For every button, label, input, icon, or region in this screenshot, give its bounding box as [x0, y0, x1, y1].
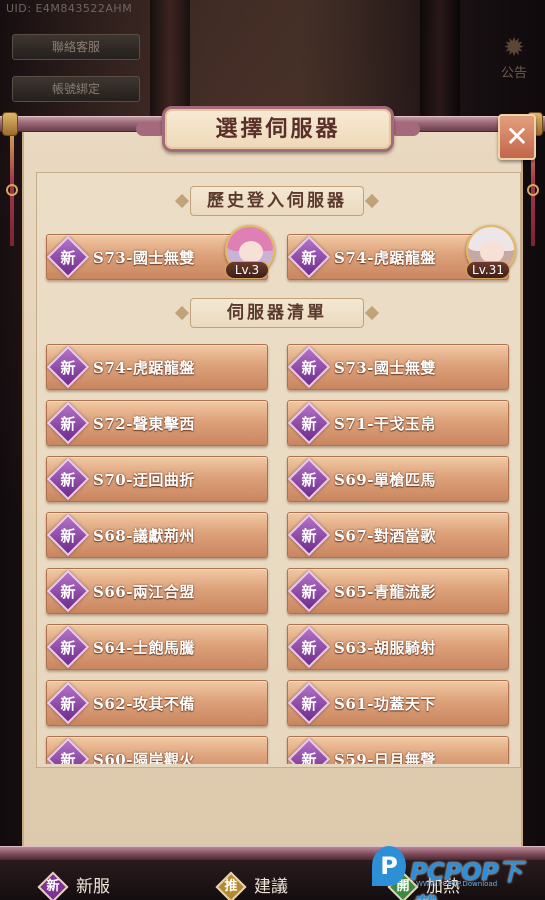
avatar-face [480, 241, 504, 263]
legend-badge-text: 新 [46, 879, 60, 894]
server-button[interactable]: 新 S74-虎踞龍盤 [46, 344, 268, 390]
new-badge-text: 新 [301, 639, 317, 657]
server-button[interactable]: 新 S69-單槍匹馬 [287, 456, 509, 502]
server-button[interactable]: 新 S63-胡服騎射 [287, 624, 509, 670]
server-name: S71-干戈玉帛 [334, 415, 436, 433]
server-name: S66-兩江合盟 [93, 583, 195, 601]
level-badge: Lv.31 [466, 261, 510, 279]
server-list-header: 伺服器清單 [190, 298, 364, 328]
new-badge-text: 新 [60, 583, 76, 601]
server-name: S68-議獻荊州 [93, 527, 195, 545]
server-name: S70-迂回曲折 [93, 471, 195, 489]
server-button[interactable]: 新 S73-國士無雙 [287, 344, 509, 390]
history-server-button[interactable]: 新 S74-虎踞龍盤 Lv.31 [287, 225, 516, 280]
server-name: S67-對酒當歌 [334, 527, 436, 545]
uid-text: UID: E4M843522AHM [6, 2, 133, 15]
server-name: S61-功蓋天下 [334, 695, 436, 713]
new-badge-text: 新 [60, 639, 76, 657]
close-icon: ✕ [505, 120, 529, 153]
new-badge-text: 新 [301, 751, 317, 764]
server-button[interactable]: 新 S59-日月無聲 [287, 736, 509, 764]
new-badge-text: 新 [301, 415, 317, 433]
new-badge-text: 新 [301, 471, 317, 489]
curtain-decoration [150, 0, 190, 120]
level-badge: Lv.3 [225, 261, 269, 279]
server-name: S59-日月無聲 [334, 751, 436, 764]
new-badge-text: 新 [60, 359, 76, 377]
server-button[interactable]: 新 S61-功蓋天下 [287, 680, 509, 726]
rod-end-left [2, 112, 18, 136]
curtain-decoration [420, 0, 460, 120]
server-list[interactable]: 新 S74-虎踞龍盤新 S73-國士無雙新 S72-聲東擊西新 S71-干戈玉帛新 S70… [44, 340, 514, 764]
server-name: S74-虎踞龍盤 [334, 249, 436, 267]
tassel-knot-left [6, 184, 18, 196]
server-button[interactable]: 新 S60-隔岸觀火 [46, 736, 268, 764]
history-section-header: 歷史登入伺服器 [190, 186, 364, 216]
server-name: S72-聲東擊西 [93, 415, 195, 433]
new-badge-text: 新 [301, 527, 317, 545]
server-button[interactable]: 新 S62-攻其不備 [46, 680, 268, 726]
new-badge-text: 新 [60, 249, 76, 267]
server-name: S64-士飽馬騰 [93, 639, 195, 657]
server-name: S60-隔岸觀火 [93, 751, 195, 764]
legend-label: 建議 [254, 877, 288, 897]
tassel-knot-right [527, 184, 539, 196]
new-badge-text: 新 [60, 695, 76, 713]
watermark-logo: P PCPOP下载 WWW.PCPOP.Download [372, 846, 542, 900]
notice-label: 公告 [500, 66, 527, 81]
notice-icon: ✹ [503, 33, 525, 63]
watermark-subtext: WWW.PCPOP.Download [416, 880, 498, 888]
new-badge-text: 新 [301, 695, 317, 713]
server-button[interactable]: 新 S70-迂回曲折 [46, 456, 268, 502]
contact-service-button[interactable]: 聯絡客服 [12, 34, 140, 60]
panel-title: 選擇伺服器 [162, 106, 394, 152]
server-button[interactable]: 新 S64-士飽馬騰 [46, 624, 268, 670]
server-button[interactable]: 新 S66-兩江合盟 [46, 568, 268, 614]
server-button[interactable]: 新 S67-對酒當歌 [287, 512, 509, 558]
close-button[interactable]: ✕ [498, 114, 536, 160]
new-badge-text: 新 [301, 359, 317, 377]
legend-badge-text: 推 [224, 879, 238, 894]
server-button[interactable]: 新 S71-干戈玉帛 [287, 400, 509, 446]
server-name: S65-青龍流影 [334, 583, 436, 601]
server-button[interactable]: 新 S65-青龍流影 [287, 568, 509, 614]
new-badge-text: 新 [60, 471, 76, 489]
new-badge-text: 新 [301, 249, 317, 267]
title-ornament-right [390, 122, 420, 136]
new-badge-text: 新 [60, 527, 76, 545]
legend-label: 新服 [76, 877, 110, 897]
avatar-face [239, 241, 263, 263]
server-button[interactable]: 新 S68-議獻荊州 [46, 512, 268, 558]
server-name: S73-國士無雙 [334, 359, 436, 377]
new-badge-text: 新 [60, 751, 76, 764]
new-badge-text: 新 [60, 415, 76, 433]
watermark-mark: P [372, 846, 406, 886]
server-name: S69-單槍匹馬 [334, 471, 436, 489]
notice-button[interactable]: ✹ 公告 [492, 34, 536, 94]
history-server-button[interactable]: 新 S73-國士無雙 Lv.3 [46, 225, 275, 280]
new-badge-text: 新 [301, 583, 317, 601]
server-name: S62-攻其不備 [93, 695, 195, 713]
server-name: S73-國士無雙 [93, 249, 195, 267]
server-button[interactable]: 新 S72-聲東擊西 [46, 400, 268, 446]
watermark-text: PCPOP下载 [410, 858, 522, 900]
account-binding-button[interactable]: 帳號綁定 [12, 76, 140, 102]
server-name: S63-胡服騎射 [334, 639, 436, 657]
server-name: S74-虎踞龍盤 [93, 359, 195, 377]
